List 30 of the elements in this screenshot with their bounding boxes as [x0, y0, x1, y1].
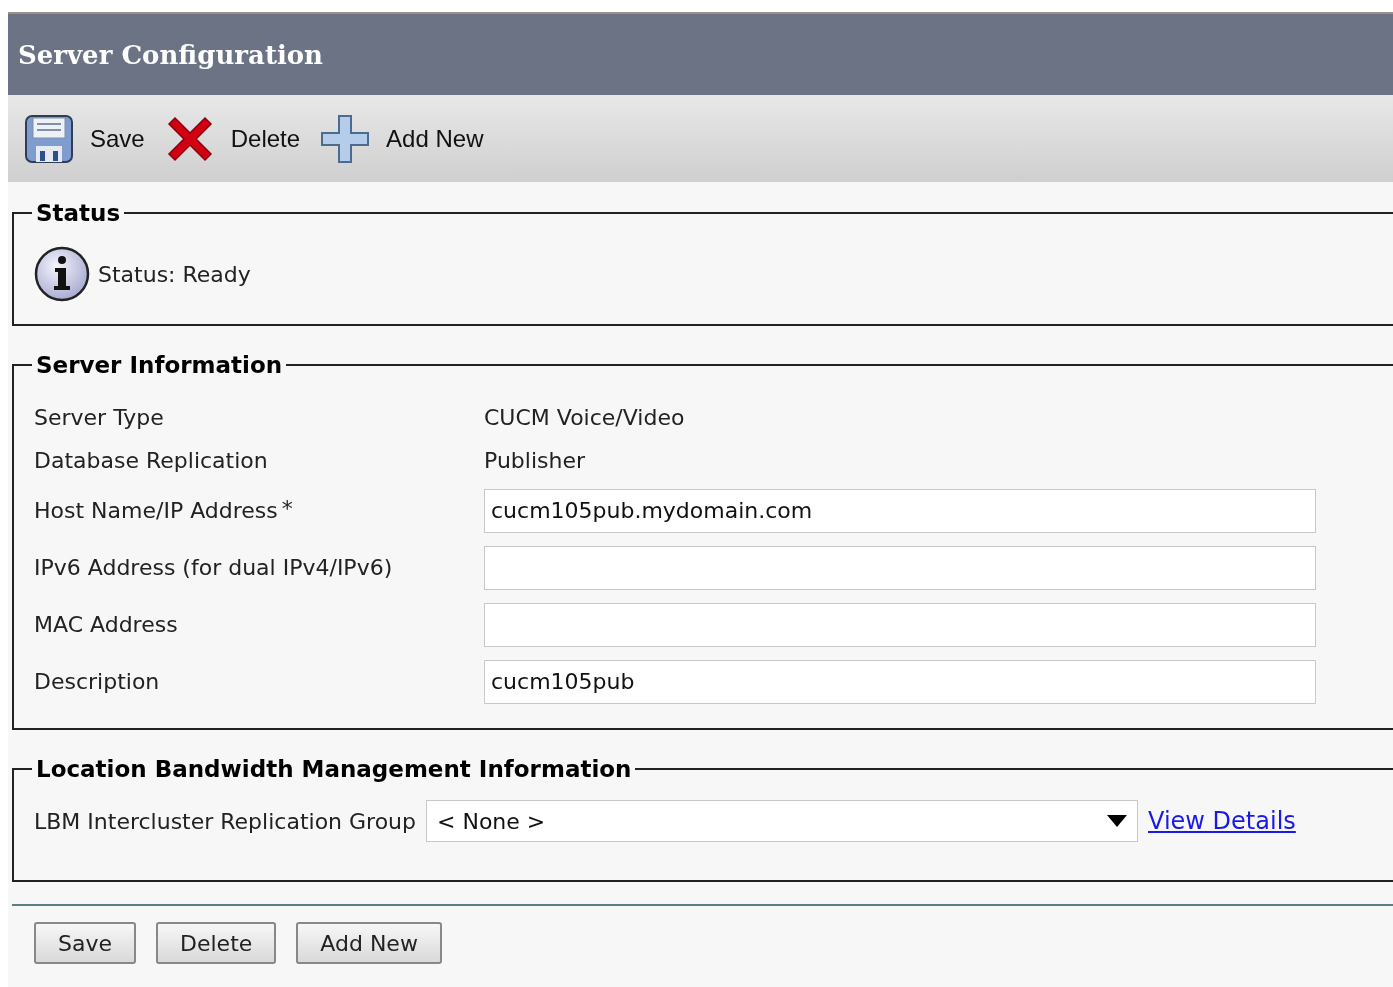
field-value: Publisher — [484, 448, 585, 473]
delete-button[interactable]: Delete — [164, 113, 301, 164]
section-title: Location Bandwidth Management Information — [35, 756, 633, 782]
field-label: MAC Address — [34, 612, 178, 637]
save-button[interactable]: Save — [24, 113, 145, 164]
section-title: Server Information — [35, 352, 284, 378]
status-message: Status: Ready — [98, 261, 251, 287]
field-label: Host Name/IP Address — [34, 498, 278, 523]
input-field[interactable]: cucm105pub — [484, 659, 1316, 704]
field-label: IPv6 Address (for dual IPv4/IPv6) — [34, 555, 393, 580]
input-field[interactable] — [484, 602, 1316, 647]
field-label: LBM Intercluster Replication Group — [34, 808, 416, 834]
plus-icon — [320, 113, 371, 164]
dropdown[interactable]: < None > — [426, 800, 1138, 842]
view-details-link[interactable]: View Details — [1148, 807, 1296, 835]
info-icon — [34, 246, 90, 302]
section-title: Status — [35, 200, 122, 226]
delete-button[interactable]: Delete — [156, 922, 277, 964]
input-field[interactable] — [484, 545, 1316, 590]
field-label: Database Replication — [34, 448, 268, 473]
add-new-button[interactable]: Add New — [296, 922, 442, 964]
field-value: CUCM Voice/Video — [484, 405, 685, 430]
page-title: Server Configuration — [18, 39, 324, 70]
field-label: Server Type — [34, 405, 164, 430]
caret-icon — [1107, 815, 1127, 827]
field-label: Description — [34, 669, 160, 694]
add-new-button[interactable]: Add New — [320, 113, 484, 164]
required-mark: * — [281, 498, 293, 520]
save-button[interactable]: Save — [34, 922, 136, 964]
input-field[interactable]: cucm105pub.mydomain.com — [484, 488, 1316, 533]
